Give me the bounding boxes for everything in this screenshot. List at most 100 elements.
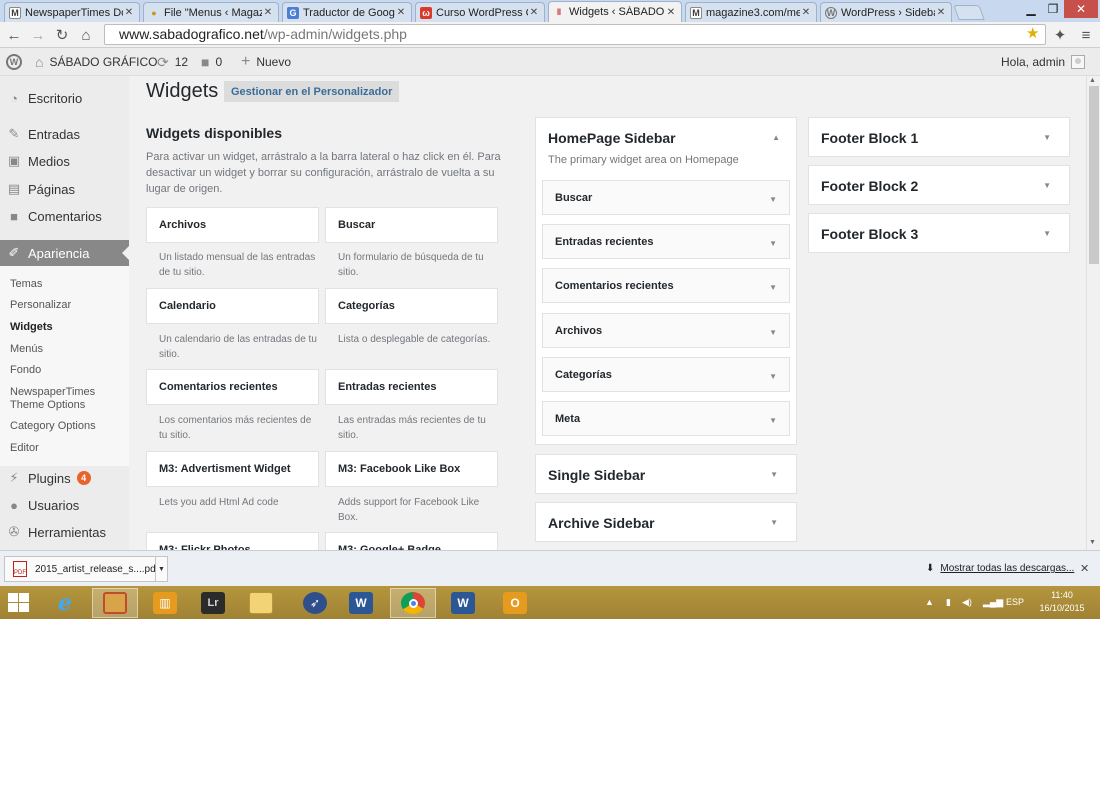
tab-close-icon[interactable]: ✕	[665, 7, 677, 18]
widget-m3-google-badge[interactable]: M3: Google+ Badge	[325, 532, 498, 550]
footer-block-3-panel[interactable]: Footer Block 3 ▼	[808, 213, 1070, 253]
sidebar-item-comentarios[interactable]: ■ Comentarios	[0, 203, 129, 229]
sidebar-item-paginas[interactable]: ▤ Páginas	[0, 176, 129, 202]
submenu-fondo[interactable]: Fondo	[10, 364, 41, 377]
tab-close-icon[interactable]: ✕	[800, 7, 812, 18]
sidebar-widget-buscar[interactable]: Buscar ▼	[542, 180, 790, 215]
submenu-temas[interactable]: Temas	[10, 278, 42, 291]
page-scrollbar[interactable]: ▲ ▼	[1086, 76, 1100, 550]
tab-close-icon[interactable]: ✕	[262, 7, 274, 18]
widget-comentarios-recientes[interactable]: Comentarios recientes	[146, 369, 319, 405]
new-content-link[interactable]: + Nuevo	[241, 48, 291, 76]
widget-categorias[interactable]: Categorías	[325, 288, 498, 324]
footer-block-1-panel[interactable]: Footer Block 1 ▼	[808, 117, 1070, 157]
widget-calendario[interactable]: Calendario	[146, 288, 319, 324]
submenu-personalizar[interactable]: Personalizar	[10, 299, 71, 312]
app-icon[interactable]: ➶	[292, 588, 338, 618]
restore-icon[interactable]: ❐	[1042, 0, 1064, 18]
expand-arrow-icon[interactable]: ▼	[769, 239, 777, 248]
widget-archivos[interactable]: Archivos	[146, 207, 319, 243]
sidebar-widget-archivos[interactable]: Archivos ▼	[542, 313, 790, 348]
sidebar-widget-categorias[interactable]: Categorías ▼	[542, 357, 790, 392]
chrome-icon[interactable]	[390, 588, 436, 618]
expand-arrow-icon[interactable]: ▼	[769, 283, 777, 292]
file-manager-app-icon[interactable]	[92, 588, 138, 618]
site-name-link[interactable]: ⌂ SÁBADO GRÁFICO	[35, 48, 158, 76]
updates-link[interactable]: ⟳ 12	[157, 48, 188, 76]
new-tab-button[interactable]	[953, 5, 985, 20]
sidebar-item-escritorio[interactable]: ◔ Escritorio	[0, 85, 129, 111]
outlook-icon[interactable]: O	[492, 588, 538, 618]
sidebar-widget-meta[interactable]: Meta ▼	[542, 401, 790, 436]
sidebar-widget-entradas-recientes[interactable]: Entradas recientes ▼	[542, 224, 790, 259]
expand-arrow-icon[interactable]: ▼	[770, 470, 778, 479]
sidebar-item-usuarios[interactable]: ● Usuarios	[0, 492, 129, 518]
lightroom-icon[interactable]: Lr	[190, 588, 236, 618]
expand-arrow-icon[interactable]: ▼	[769, 195, 777, 204]
sidebar-widget-comentarios-recientes[interactable]: Comentarios recientes ▼	[542, 268, 790, 303]
download-menu-button[interactable]: ▼	[156, 556, 168, 582]
home-icon[interactable]: ⌂	[76, 25, 96, 45]
tab-close-icon[interactable]: ✕	[935, 7, 947, 18]
browser-tab[interactable]: ● File "Menus ‹ Magazi ✕	[143, 2, 279, 22]
address-bar[interactable]: www.sabadografico.net/wp-admin/widgets.p…	[104, 24, 1046, 45]
submenu-category-options[interactable]: Category Options	[10, 420, 96, 433]
scroll-up-icon[interactable]: ▲	[1089, 77, 1096, 84]
sidebar-item-plugins[interactable]: ⚡ Plugins 4	[0, 465, 129, 491]
expand-arrow-icon[interactable]: ▼	[1043, 229, 1051, 238]
submenu-theme-options[interactable]: NewspaperTimes Theme Options	[10, 386, 110, 412]
manage-customizer-button[interactable]: Gestionar en el Personalizador	[224, 81, 400, 102]
expand-arrow-icon[interactable]: ▼	[1043, 133, 1051, 142]
expand-arrow-icon[interactable]: ▼	[769, 372, 777, 381]
browser-tab[interactable]: W WordPress › Sidebar ✕	[820, 2, 952, 22]
wordpress-logo-icon[interactable]: W	[6, 48, 22, 76]
close-download-bar-icon[interactable]: ✕	[1080, 562, 1089, 575]
download-item[interactable]: PDF 2015_artist_release_s....pdf	[4, 556, 158, 582]
forward-arrow-icon[interactable]: →	[28, 25, 48, 45]
battery-icon[interactable]: ▮	[946, 597, 951, 608]
notes-app-icon[interactable]: ▥	[142, 588, 188, 618]
internet-explorer-icon[interactable]: e	[42, 588, 88, 618]
reload-icon[interactable]: ↻	[52, 25, 72, 45]
footer-block-2-panel[interactable]: Footer Block 2 ▼	[808, 165, 1070, 205]
submenu-menus[interactable]: Menús	[10, 343, 43, 356]
windows-start-icon[interactable]	[8, 593, 30, 613]
my-account-link[interactable]: Hola, admin	[1001, 48, 1086, 76]
single-sidebar-panel[interactable]: Single Sidebar ▼	[535, 454, 797, 494]
widget-m3-facebook-like-box[interactable]: M3: Facebook Like Box	[325, 451, 498, 487]
collapse-arrow-icon[interactable]: ▲	[772, 133, 780, 142]
tab-close-icon[interactable]: ✕	[395, 7, 407, 18]
comments-link[interactable]: ■ 0	[201, 48, 222, 76]
browser-tab[interactable]: M magazine3.com/mem ✕	[685, 2, 817, 22]
tab-close-icon[interactable]: ✕	[123, 7, 135, 18]
file-explorer-icon[interactable]	[238, 588, 284, 618]
archive-sidebar-panel[interactable]: Archive Sidebar ▼	[535, 502, 797, 542]
expand-arrow-icon[interactable]: ▼	[1043, 181, 1051, 190]
minimize-icon[interactable]: ▁	[1020, 0, 1042, 18]
widget-entradas-recientes[interactable]: Entradas recientes	[325, 369, 498, 405]
browser-tab-active[interactable]: ‖ Widgets ‹ SÁBADO G ✕	[548, 1, 682, 22]
expand-arrow-icon[interactable]: ▼	[769, 416, 777, 425]
sidebar-title[interactable]: HomePage Sidebar	[548, 130, 676, 146]
sidebar-item-medios[interactable]: ▣ Medios	[0, 148, 129, 174]
volume-icon[interactable]: ◀)	[962, 597, 972, 608]
browser-tab[interactable]: ω Curso WordPress Gra ✕	[415, 2, 545, 22]
widget-m3-advertisment[interactable]: M3: Advertisment Widget	[146, 451, 319, 487]
browser-tab[interactable]: G Traductor de Google ✕	[282, 2, 412, 22]
scroll-thumb[interactable]	[1089, 86, 1099, 264]
network-icon[interactable]: ▂▄▆	[983, 597, 1003, 608]
show-all-downloads-link[interactable]: ⬇ Mostrar todas las descargas...	[926, 563, 1074, 574]
language-indicator[interactable]: ESP	[1006, 597, 1024, 607]
submenu-widgets[interactable]: Widgets	[10, 321, 53, 334]
bookmark-star-icon[interactable]: ★	[1026, 24, 1039, 42]
sidebar-item-entradas[interactable]: ✎ Entradas	[0, 121, 129, 147]
window-close-icon[interactable]: ✕	[1064, 0, 1098, 18]
expand-arrow-icon[interactable]: ▼	[769, 328, 777, 337]
back-arrow-icon[interactable]: ←	[4, 25, 24, 45]
sidebar-item-herramientas[interactable]: ✇ Herramientas	[0, 519, 129, 545]
expand-arrow-icon[interactable]: ▼	[770, 518, 778, 527]
word-icon[interactable]: W	[338, 588, 384, 618]
taskbar-clock[interactable]: 11:40 16/10/2015	[1030, 589, 1094, 615]
tray-expand-icon[interactable]: ▲	[925, 597, 934, 607]
scroll-down-icon[interactable]: ▼	[1089, 539, 1096, 546]
